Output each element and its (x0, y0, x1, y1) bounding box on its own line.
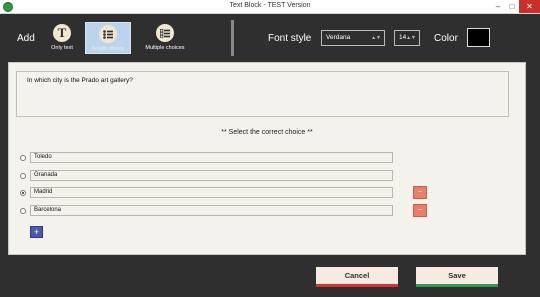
choice-radio[interactable] (20, 208, 26, 214)
instruction-text: ** Select the correct choice ** (221, 129, 313, 136)
add-label: Add (17, 33, 35, 44)
font-style-label: Font style (268, 33, 312, 44)
choice-input[interactable]: Granada (30, 170, 393, 181)
cancel-button[interactable]: Cancel (316, 267, 398, 287)
dropdown-arrow-icon: ▲▼ (371, 35, 381, 41)
choice-radio[interactable] (20, 173, 26, 179)
color-swatch[interactable] (467, 28, 490, 47)
toolbar-divider (231, 20, 234, 56)
text-icon: T (53, 24, 71, 42)
add-multiple-choices-button[interactable]: Multiple choices (140, 22, 190, 54)
font-family-value: Verdana (326, 34, 351, 41)
question-panel: In which city is the Prado art gallery? … (8, 62, 526, 255)
window-title: Text Block - TEST Version (229, 2, 311, 9)
maximize-button[interactable]: □ (505, 0, 519, 13)
choice-radio[interactable] (20, 155, 26, 161)
remove-choice-button[interactable]: − (413, 186, 427, 199)
remove-choice-button[interactable]: − (413, 204, 427, 217)
question-text-field[interactable]: In which city is the Prado art gallery? (16, 71, 509, 117)
font-family-select[interactable]: Verdana ▲▼ (321, 30, 385, 46)
checklist-icon (156, 24, 174, 42)
title-bar: Text Block - TEST Version – □ ✕ (0, 0, 540, 14)
add-only-text-button[interactable]: T Only text (44, 22, 80, 54)
toolbar: Add T Only text Single choice Multiple c… (0, 14, 540, 62)
save-button[interactable]: Save (416, 267, 498, 287)
choice-input[interactable]: Madrid (30, 187, 393, 198)
list-icon (99, 25, 117, 43)
multiple-choices-label: Multiple choices (145, 45, 185, 51)
close-button[interactable]: ✕ (519, 0, 540, 13)
single-choice-label: Single choice (91, 46, 125, 52)
choice-input[interactable]: Toledo (30, 152, 393, 163)
add-choice-button[interactable]: + (30, 226, 43, 238)
font-size-select[interactable]: 14 ▲▼ (394, 30, 420, 46)
add-single-choice-button[interactable]: Single choice (85, 22, 131, 54)
color-label: Color (434, 33, 458, 44)
choice-radio-selected[interactable] (20, 190, 26, 196)
dropdown-arrow-icon: ▲▼ (406, 35, 416, 41)
minimize-button[interactable]: – (491, 0, 505, 13)
only-text-label: Only text (51, 45, 73, 51)
choice-input[interactable]: Barcelona (30, 205, 393, 216)
